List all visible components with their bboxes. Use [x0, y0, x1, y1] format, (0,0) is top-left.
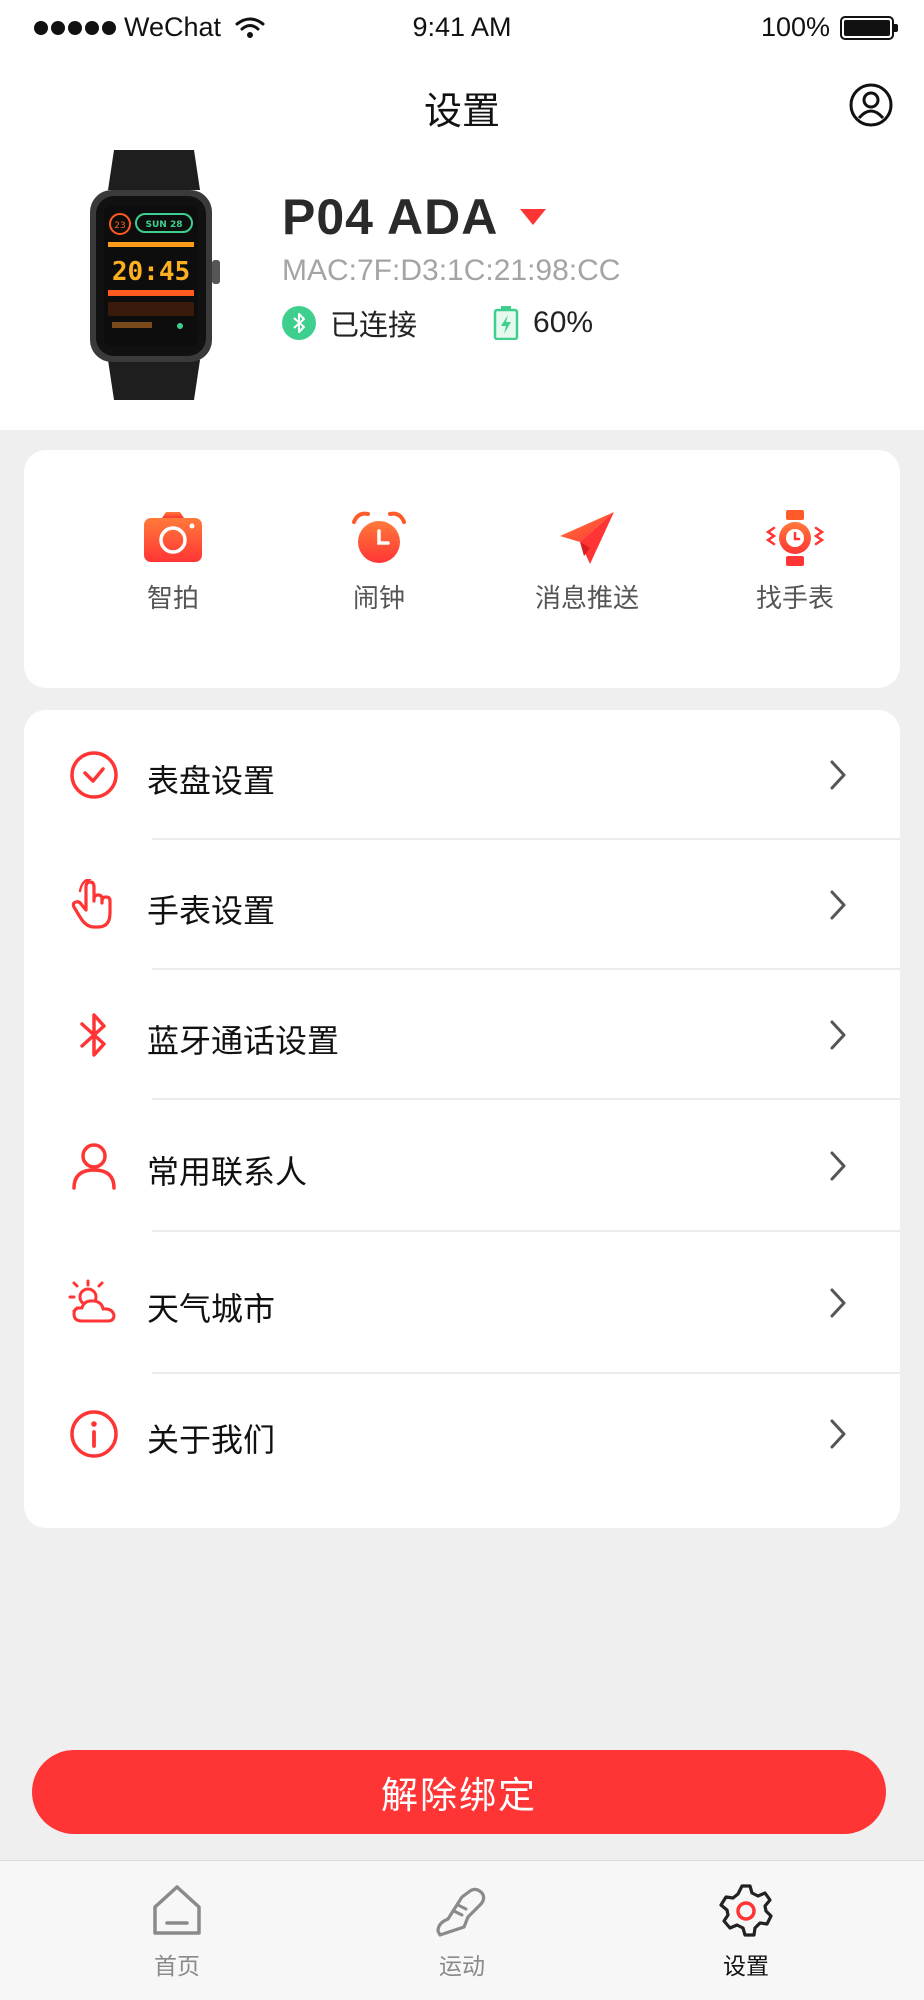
alarm-clock-icon — [352, 511, 406, 563]
device-selector[interactable]: P04 ADA — [282, 188, 547, 246]
tab-home[interactable]: 首页 — [77, 1883, 277, 1981]
running-shoe-icon — [436, 1887, 486, 1937]
quick-action-find-watch[interactable]: 找手表 — [695, 510, 895, 615]
contact-person-icon — [72, 1143, 116, 1190]
settings-item-label: 表盘设置 — [147, 762, 276, 800]
device-name: P04 ADA — [282, 189, 499, 245]
quick-action-label: 闹钟 — [352, 584, 405, 614]
battery-icon — [840, 15, 898, 40]
device-status: 已连接 60% — [282, 302, 593, 344]
bluetooth-icon — [80, 1013, 106, 1057]
settings-item-label: 蓝牙通话设置 — [147, 1022, 340, 1060]
home-icon — [153, 1885, 201, 1935]
tab-label: 首页 — [154, 1954, 200, 1980]
info-icon — [70, 1410, 118, 1458]
quick-action-camera[interactable]: 智拍 — [73, 510, 273, 615]
quick-action-alarm[interactable]: 闹钟 — [279, 510, 479, 615]
quick-action-label: 智拍 — [146, 584, 199, 614]
settings-item-about-us[interactable]: 关于我们 — [24, 1374, 900, 1504]
settings-item-label: 关于我们 — [147, 1421, 276, 1459]
chevron-right-icon — [830, 1288, 846, 1318]
tab-sports[interactable]: 运动 — [362, 1883, 562, 1981]
find-watch-icon — [765, 510, 825, 566]
settings-item-weather-city[interactable]: 天气城市 — [24, 1232, 900, 1374]
watch-face-badge: 23 — [114, 221, 125, 231]
paper-plane-icon — [560, 512, 614, 564]
settings-item-bluetooth-call[interactable]: 蓝牙通话设置 — [24, 970, 900, 1100]
battery-charging-icon — [493, 306, 519, 340]
quick-actions-card: 智拍 闹钟 消息推送 找手表 — [24, 450, 900, 688]
watch-face-time: 20:45 — [112, 257, 190, 287]
smartwatch-image: 23 SUN 28 20:45 — [90, 150, 220, 400]
settings-item-contacts[interactable]: 常用联系人 — [24, 1100, 900, 1232]
settings-item-label: 常用联系人 — [147, 1153, 308, 1191]
chevron-right-icon — [830, 890, 846, 920]
tab-label: 设置 — [723, 1954, 769, 1980]
profile-icon[interactable] — [848, 82, 894, 128]
weather-sun-cloud-icon — [68, 1279, 116, 1323]
caret-down-icon — [520, 209, 547, 225]
settings-item-watch-face[interactable]: 表盘设置 — [24, 710, 900, 840]
device-battery-text: 60% — [533, 306, 594, 339]
tab-settings[interactable]: 设置 — [646, 1883, 846, 1981]
touch-hand-icon — [71, 879, 112, 929]
status-bar-right: 100% — [760, 12, 898, 43]
tab-bar: 首页 运动 设置 — [0, 1860, 924, 2000]
quick-action-label: 找手表 — [755, 584, 834, 614]
settings-item-label: 手表设置 — [147, 892, 276, 930]
settings-list-card: 表盘设置 手表设置 蓝牙通话设置 常用联系人 天气城市 关于我们 — [24, 710, 900, 1528]
status-bar: WeChat 9:41 AM 100% — [0, 0, 924, 56]
settings-item-label: 天气城市 — [147, 1290, 276, 1328]
bluetooth-connected-icon — [282, 306, 316, 340]
quick-action-message-push[interactable]: 消息推送 — [487, 510, 687, 615]
watch-face-icon — [70, 751, 118, 799]
chevron-right-icon — [830, 1151, 846, 1181]
page-title: 设置 — [423, 89, 500, 133]
chevron-right-icon — [830, 1419, 846, 1449]
watch-face-date: SUN 28 — [146, 220, 183, 230]
chevron-right-icon — [830, 760, 846, 790]
unbind-button[interactable]: 解除绑定 — [32, 1750, 886, 1834]
tab-label: 运动 — [439, 1954, 485, 1980]
battery-percentage: 100% — [760, 12, 830, 42]
device-mac-address: MAC:7F:D3:1C:21:98:CC — [282, 254, 621, 287]
quick-action-label: 消息推送 — [534, 584, 639, 614]
chevron-right-icon — [830, 1020, 846, 1050]
gear-icon — [719, 1884, 773, 1937]
camera-icon — [144, 512, 202, 562]
connection-status-text: 已连接 — [330, 308, 418, 342]
settings-item-watch-settings[interactable]: 手表设置 — [24, 840, 900, 970]
